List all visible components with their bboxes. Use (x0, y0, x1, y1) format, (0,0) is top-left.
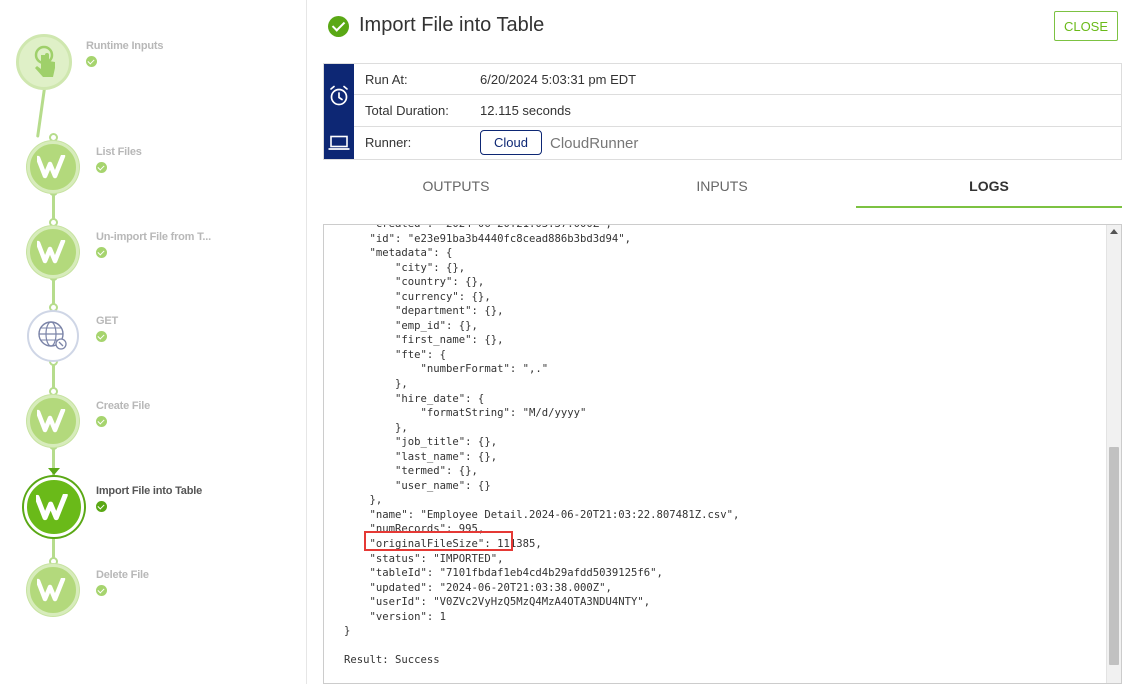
laptop-icon (328, 135, 350, 150)
run-at-value: 6/20/2024 5:03:31 pm EDT (480, 72, 637, 87)
scroll-up-arrow-icon[interactable] (1110, 229, 1118, 234)
log-line: "termed": {}, (344, 465, 478, 478)
log-line: "version": 1 (344, 610, 447, 623)
success-check-icon (96, 247, 107, 258)
log-viewer[interactable]: "created": "2024-06-20T21:03:37.000Z", "… (323, 224, 1122, 684)
step-label[interactable]: Runtime Inputs (86, 40, 163, 52)
log-line: }, (344, 378, 408, 391)
success-check-icon (86, 56, 97, 67)
workiva-w-icon (37, 155, 66, 179)
log-line: "formatString": "M/d/yyyy" (344, 407, 587, 420)
log-line: "fte": { (344, 348, 447, 361)
log-line: } (344, 625, 351, 638)
step-node-runtime-inputs[interactable] (16, 34, 72, 90)
step-label[interactable]: GET (96, 315, 118, 327)
log-line: "department": {}, (344, 305, 504, 318)
runner-type-badge: Cloud (480, 130, 542, 155)
log-line: "first_name": {}, (344, 334, 504, 347)
run-at-row: Run At: 6/20/2024 5:03:31 pm EDT (354, 64, 1121, 95)
step-label[interactable]: Un-import File from T... (96, 231, 211, 243)
log-line: "country": {}, (344, 276, 485, 289)
log-line: }, (344, 421, 408, 434)
step-node-list-files[interactable] (27, 141, 79, 193)
workiva-w-icon (36, 493, 68, 520)
step-node-import-file-into-table[interactable] (24, 477, 84, 537)
log-line: "userId": "V0ZVc2VyHzQ5MzQ4MzA4OTA3NDU4N… (344, 596, 651, 609)
workiva-w-icon (37, 240, 66, 264)
log-line: "originalFileSize": 111385, (344, 538, 542, 551)
log-line: "hire_date": { (344, 392, 485, 405)
flow-connector (36, 87, 46, 138)
log-line: "id": "e23e91ba3b4440fc8cead886b3bd3d94"… (344, 232, 632, 245)
runner-label: Runner: (365, 135, 412, 150)
workiva-w-icon (37, 409, 66, 433)
tab-bar: OUTPUTS INPUTS LOGS (323, 163, 1122, 209)
page-title: Import File into Table (359, 14, 545, 36)
globe-icon (38, 321, 67, 350)
log-scrollbar[interactable] (1106, 225, 1121, 683)
step-node-get[interactable] (27, 310, 79, 362)
close-button[interactable]: CLOSE (1054, 11, 1118, 41)
log-line: "currency": {}, (344, 290, 491, 303)
workflow-panel: Runtime Inputs List Files Un-import File… (0, 0, 307, 684)
run-time-icon-cell (324, 64, 354, 127)
step-label-active[interactable]: Import File into Table (96, 485, 202, 497)
active-step-indicator-icon (48, 468, 60, 475)
log-line: "user_name": {} (344, 479, 491, 492)
success-check-icon (96, 331, 107, 342)
step-node-un-import-file[interactable] (27, 226, 79, 278)
log-line: "name": "Employee Detail.2024-06-20T21:0… (344, 508, 740, 521)
step-node-delete-file[interactable] (27, 564, 79, 616)
run-at-label: Run At: (365, 72, 408, 87)
tab-logs[interactable]: LOGS (856, 163, 1122, 209)
log-line: "job_title": {}, (344, 436, 498, 449)
step-label[interactable]: Create File (96, 400, 150, 412)
log-line: }, (344, 494, 383, 507)
success-check-icon (96, 585, 107, 596)
runner-row: Runner: Cloud CloudRunner (354, 127, 1121, 159)
alarm-clock-icon (330, 85, 348, 105)
scroll-thumb[interactable] (1109, 447, 1119, 665)
log-line: "status": "IMPORTED", (344, 552, 504, 565)
log-line: "tableId": "7101fbdaf1eb4cd4b29afdd50391… (344, 567, 663, 580)
log-line: "created": "2024-06-20T21:03:37.000Z", (344, 224, 612, 230)
tab-inputs[interactable]: INPUTS (589, 163, 855, 209)
log-line: "updated": "2024-06-20T21:03:38.000Z", (344, 581, 612, 594)
log-line: "numberFormat": ",." (344, 363, 549, 376)
runner-icon-cell (324, 127, 354, 159)
success-check-icon (96, 416, 107, 427)
hand-pointer-icon (34, 45, 55, 77)
log-line: "numRecords": 995, (344, 523, 485, 536)
success-check-icon (328, 16, 349, 37)
log-line: "last_name": {}, (344, 450, 498, 463)
workiva-w-icon (37, 578, 66, 602)
log-line: Result: Success (344, 654, 440, 667)
duration-value: 12.115 seconds (480, 103, 571, 118)
log-line: "emp_id": {}, (344, 319, 478, 332)
tab-outputs[interactable]: OUTPUTS (323, 163, 589, 209)
log-line: "metadata": { (344, 247, 453, 260)
run-info-panel: Run At: 6/20/2024 5:03:31 pm EDT Total D… (323, 63, 1122, 160)
success-check-icon (96, 162, 107, 173)
runner-name: CloudRunner (550, 135, 639, 152)
log-text: "created": "2024-06-20T21:03:37.000Z", "… (344, 224, 740, 668)
duration-row: Total Duration: 12.115 seconds (354, 95, 1121, 127)
step-label[interactable]: Delete File (96, 569, 149, 581)
step-node-create-file[interactable] (27, 395, 79, 447)
log-line: "city": {}, (344, 261, 466, 274)
step-label[interactable]: List Files (96, 146, 142, 158)
duration-label: Total Duration: (365, 103, 449, 118)
success-check-icon (96, 501, 107, 512)
